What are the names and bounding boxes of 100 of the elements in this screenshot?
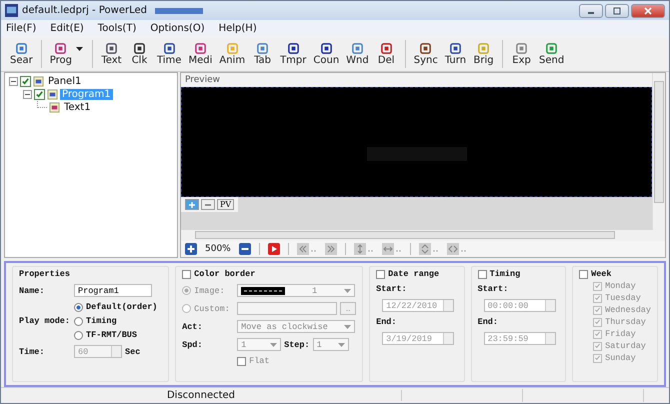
toolbar-button[interactable]: Tmpr bbox=[277, 42, 310, 66]
checkbox-label: Timing bbox=[490, 269, 520, 279]
toolbar-button[interactable]: Prog bbox=[46, 42, 75, 66]
horizontal-align-icon[interactable] bbox=[446, 243, 467, 255]
field-label: Step: bbox=[284, 340, 310, 350]
toolbar-button[interactable]: Medi bbox=[185, 42, 216, 66]
preview-title: Preview bbox=[181, 73, 652, 87]
menu-item[interactable]: File(F) bbox=[6, 23, 36, 34]
radio-button[interactable] bbox=[182, 304, 192, 313]
pv-button[interactable]: PV bbox=[217, 199, 234, 210]
checkbox[interactable] bbox=[182, 270, 192, 278]
toolbar-button[interactable]: Del bbox=[372, 42, 400, 66]
toolbar-button[interactable]: Clk bbox=[126, 42, 153, 66]
caret-icon[interactable] bbox=[344, 288, 352, 292]
toolbar-button[interactable]: Sync bbox=[410, 42, 441, 66]
checkbox-label: Saturday bbox=[605, 341, 646, 351]
checkbox[interactable] bbox=[593, 318, 602, 326]
checkbox[interactable] bbox=[593, 342, 602, 350]
window-title: default.ledprj - PowerLed bbox=[22, 5, 147, 16]
field-label: End: bbox=[376, 317, 398, 327]
tree-item[interactable]: Panel1 bbox=[46, 76, 84, 87]
radio-label: Timing bbox=[86, 316, 117, 326]
checkbox-label: Monday bbox=[605, 281, 636, 291]
app-icon bbox=[5, 4, 18, 17]
zoom-in-icon[interactable] bbox=[185, 243, 197, 255]
close-button[interactable] bbox=[631, 4, 665, 18]
horizontal-resize-icon[interactable] bbox=[382, 243, 402, 255]
checkbox-label: Thursday bbox=[605, 317, 646, 327]
checkbox[interactable] bbox=[579, 270, 588, 278]
caret-icon[interactable] bbox=[344, 324, 352, 328]
close-icon bbox=[643, 6, 653, 14]
checkbox[interactable] bbox=[376, 270, 386, 278]
toolbar-button[interactable]: Wnd bbox=[343, 42, 372, 66]
toolbar-button[interactable]: Tab bbox=[249, 42, 276, 66]
field-label: Name: bbox=[19, 286, 46, 296]
menu-item[interactable]: Edit(E) bbox=[50, 23, 84, 34]
toolbar-button[interactable]: Brig bbox=[470, 42, 498, 66]
toolbar-button[interactable]: Sear bbox=[7, 42, 36, 66]
horizontal-scrollbar[interactable] bbox=[181, 230, 665, 241]
rewind-icon[interactable] bbox=[296, 243, 317, 255]
caret-icon[interactable] bbox=[270, 342, 278, 346]
checkbox[interactable] bbox=[593, 282, 602, 290]
toolbar-button[interactable]: Exp bbox=[508, 42, 536, 66]
toolbar-button[interactable]: Coun bbox=[310, 42, 342, 66]
checkbox[interactable] bbox=[593, 306, 602, 314]
minimize-button[interactable] bbox=[579, 4, 603, 18]
checkbox[interactable] bbox=[34, 89, 45, 100]
checkbox-label: Week bbox=[591, 269, 612, 279]
checkbox[interactable] bbox=[478, 270, 487, 278]
vertical-resize-icon[interactable] bbox=[354, 243, 374, 255]
menu-item[interactable]: Tools(T) bbox=[98, 23, 136, 34]
radio-button[interactable] bbox=[182, 286, 192, 295]
checkbox[interactable] bbox=[593, 354, 602, 362]
vertical-align-icon[interactable] bbox=[418, 243, 439, 255]
checkbox[interactable] bbox=[20, 76, 31, 87]
field-label: Spd: bbox=[182, 340, 204, 350]
checkbox[interactable] bbox=[237, 356, 246, 366]
plus-icon bbox=[188, 200, 196, 208]
menu-item[interactable]: Help(H) bbox=[218, 23, 257, 34]
field-label: Start: bbox=[376, 284, 408, 294]
caret-icon[interactable] bbox=[338, 342, 345, 346]
radio-label: Image: bbox=[194, 286, 225, 296]
zoom-level: 500% bbox=[205, 244, 231, 254]
toolbar-button[interactable]: Time bbox=[154, 42, 184, 66]
name-field[interactable]: Program1 bbox=[74, 284, 152, 297]
toolbar-button[interactable]: Anim bbox=[216, 42, 248, 66]
field-label: Time: bbox=[19, 346, 46, 356]
zoom-in-button[interactable] bbox=[185, 199, 199, 210]
checkbox-label: Color border bbox=[194, 269, 256, 279]
custom-field[interactable] bbox=[237, 302, 338, 315]
item-icon bbox=[47, 89, 58, 100]
checkbox-label: Friday bbox=[605, 329, 636, 339]
zoom-out-icon[interactable] bbox=[238, 243, 251, 255]
menu-item[interactable]: Options(O) bbox=[150, 23, 205, 34]
status-text: Disconnected bbox=[1, 390, 402, 401]
progress-indicator bbox=[154, 8, 203, 14]
checkbox[interactable] bbox=[593, 294, 602, 302]
checkbox[interactable] bbox=[593, 330, 602, 338]
dropdown-arrow-icon[interactable] bbox=[76, 47, 83, 51]
collapse-icon[interactable] bbox=[23, 90, 32, 99]
zoom-out-button[interactable] bbox=[201, 199, 215, 210]
unit-label: Sec bbox=[125, 346, 140, 356]
vertical-scrollbar[interactable] bbox=[652, 73, 665, 230]
toolbar-button[interactable]: Text bbox=[98, 42, 125, 66]
checkbox-label: Date range bbox=[388, 269, 440, 279]
radio-button[interactable] bbox=[74, 316, 83, 326]
item-icon bbox=[49, 102, 60, 113]
toolbar-button[interactable]: Send bbox=[536, 42, 568, 66]
toolbar-button[interactable]: Turn bbox=[442, 42, 470, 66]
tree-item[interactable]: Text1 bbox=[62, 102, 93, 113]
radio-button[interactable] bbox=[74, 302, 83, 312]
fast-forward-icon[interactable] bbox=[324, 243, 337, 255]
radio-button[interactable] bbox=[74, 330, 83, 340]
field-label: Start: bbox=[478, 284, 510, 294]
collapse-icon[interactable] bbox=[9, 77, 18, 86]
field-label: Play mode: bbox=[19, 316, 71, 326]
field-label: Act: bbox=[182, 322, 204, 332]
maximize-button[interactable] bbox=[605, 4, 629, 18]
field-label: End: bbox=[478, 317, 499, 327]
play-icon[interactable] bbox=[268, 243, 280, 255]
